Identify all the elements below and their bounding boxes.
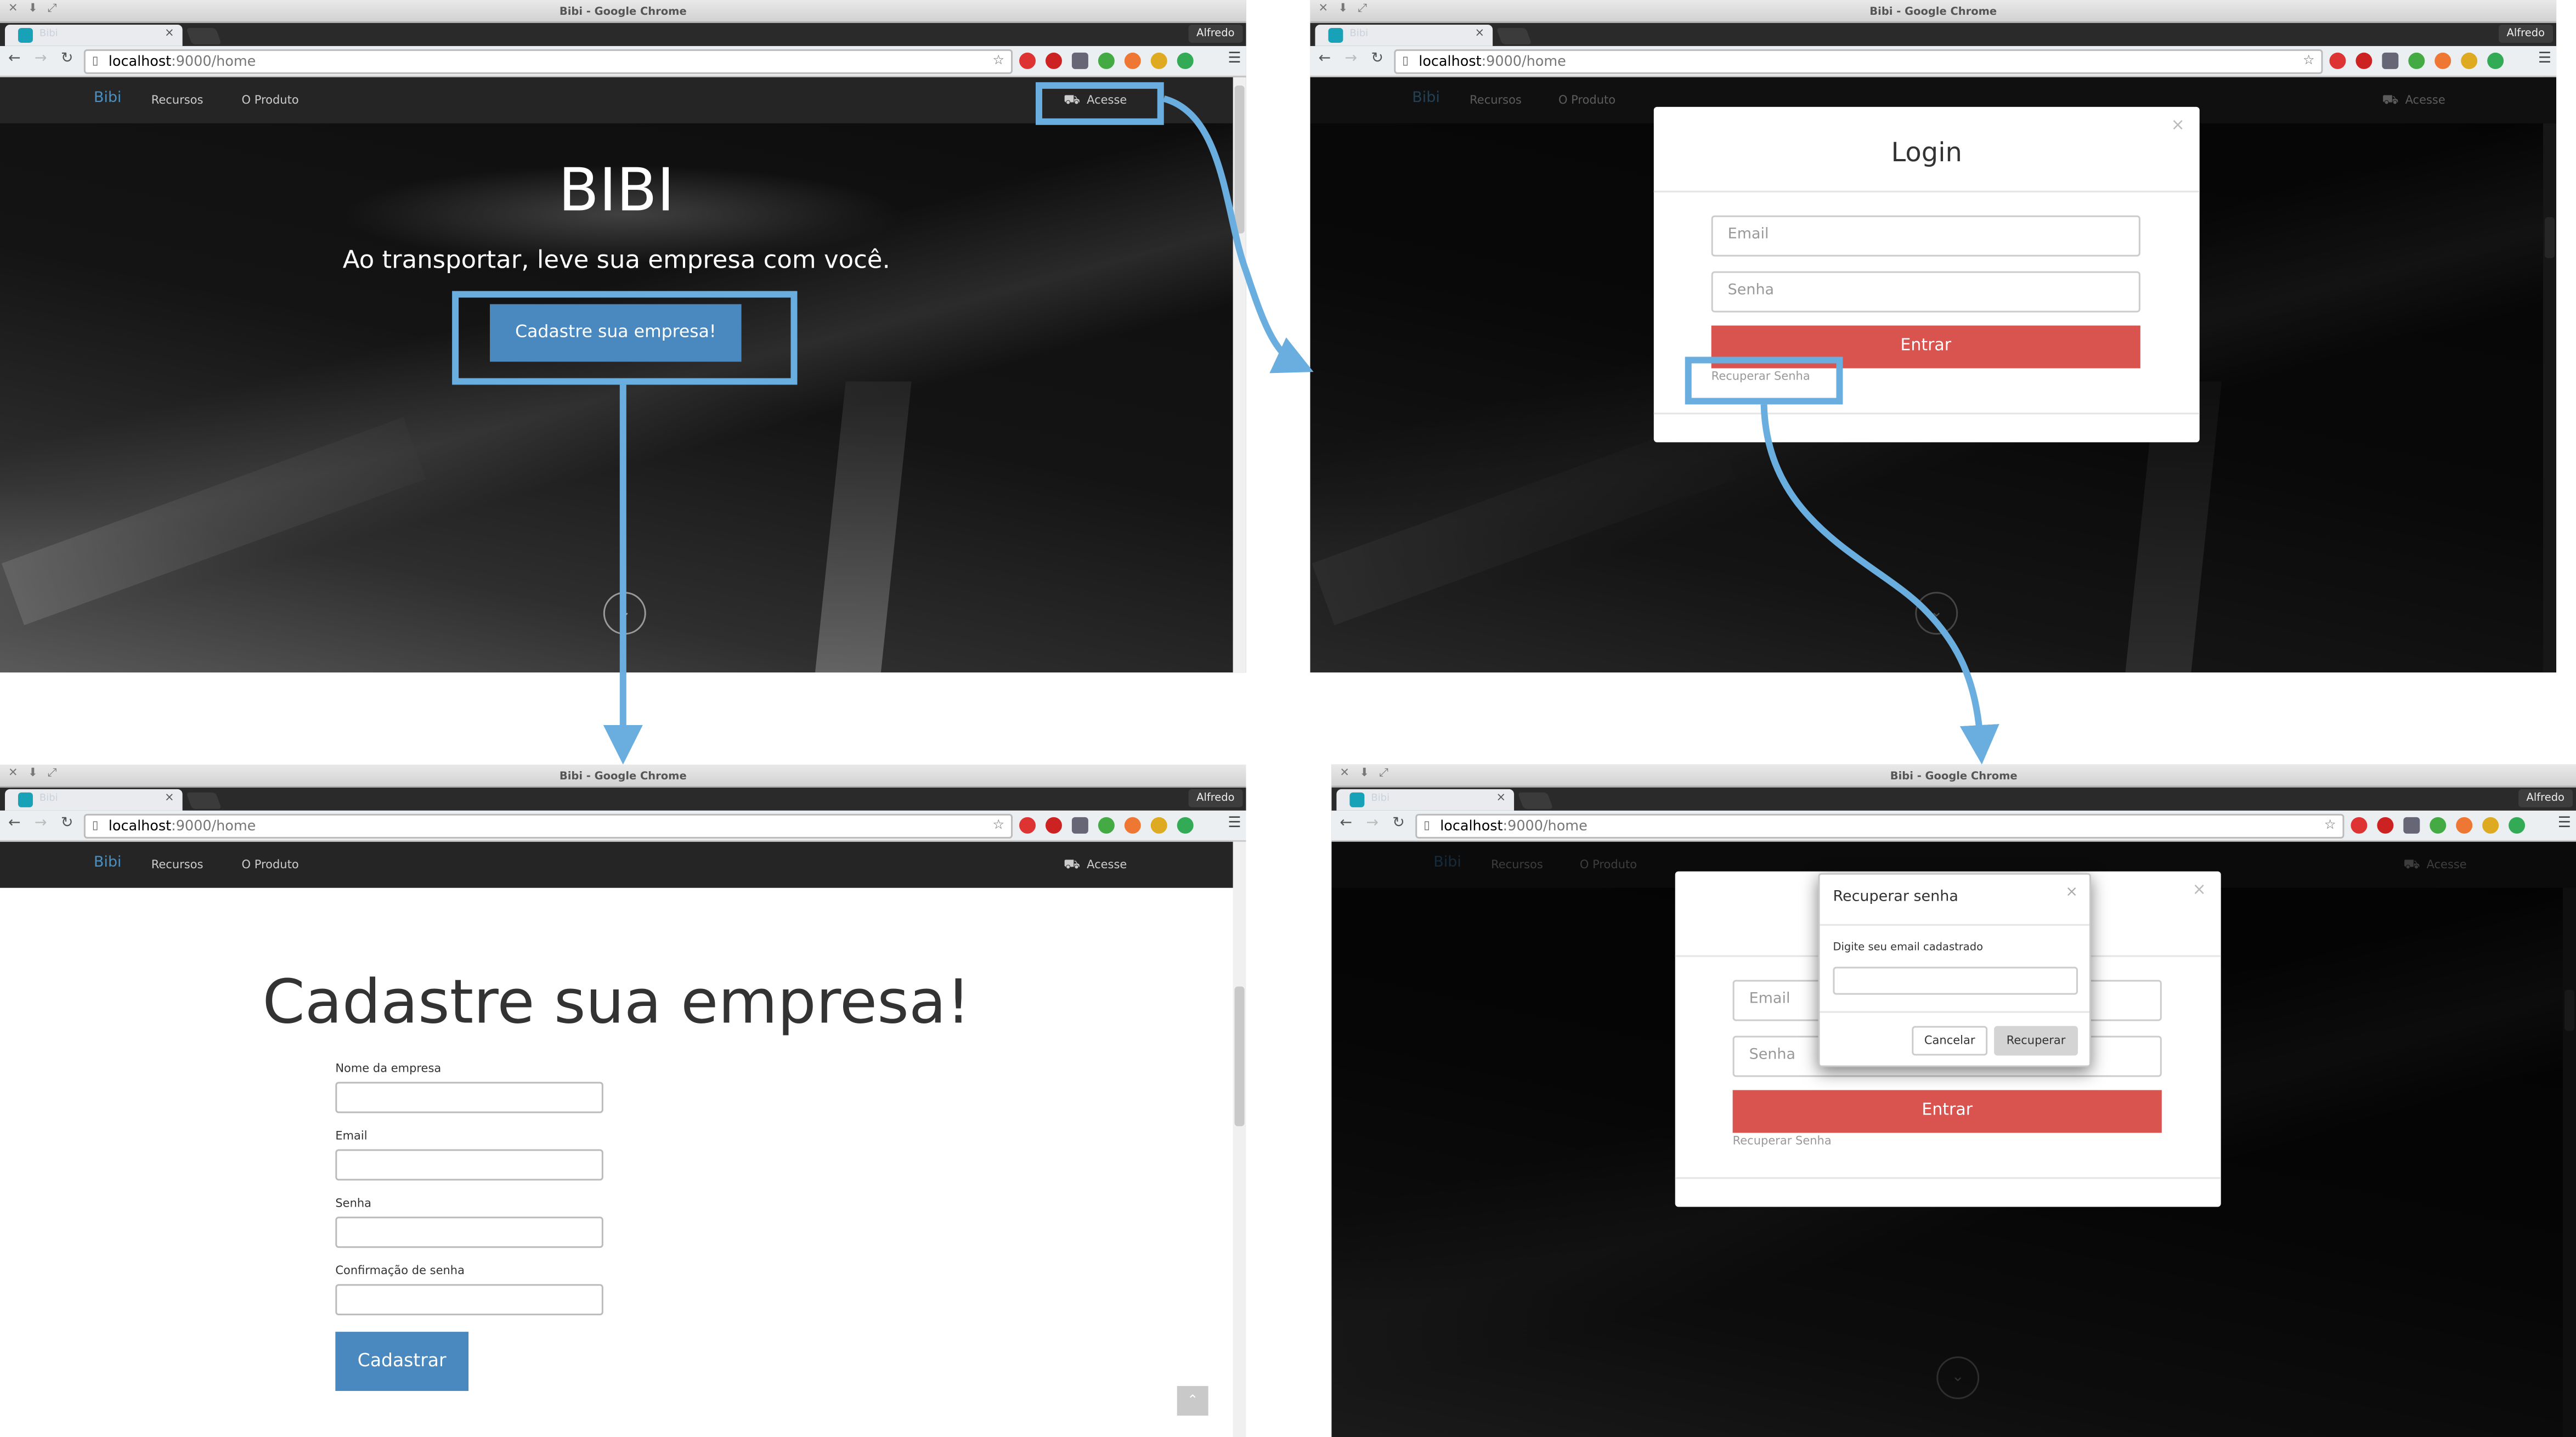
flow-arrows bbox=[603, 95, 1999, 765]
arrow-to-recover bbox=[1760, 404, 1999, 765]
arrow-to-login bbox=[1163, 95, 1314, 374]
flow-diagram: ✕ ⬇ ⤢ Bibi - Google Chrome Bibi × Alfred… bbox=[0, 0, 2576, 1437]
